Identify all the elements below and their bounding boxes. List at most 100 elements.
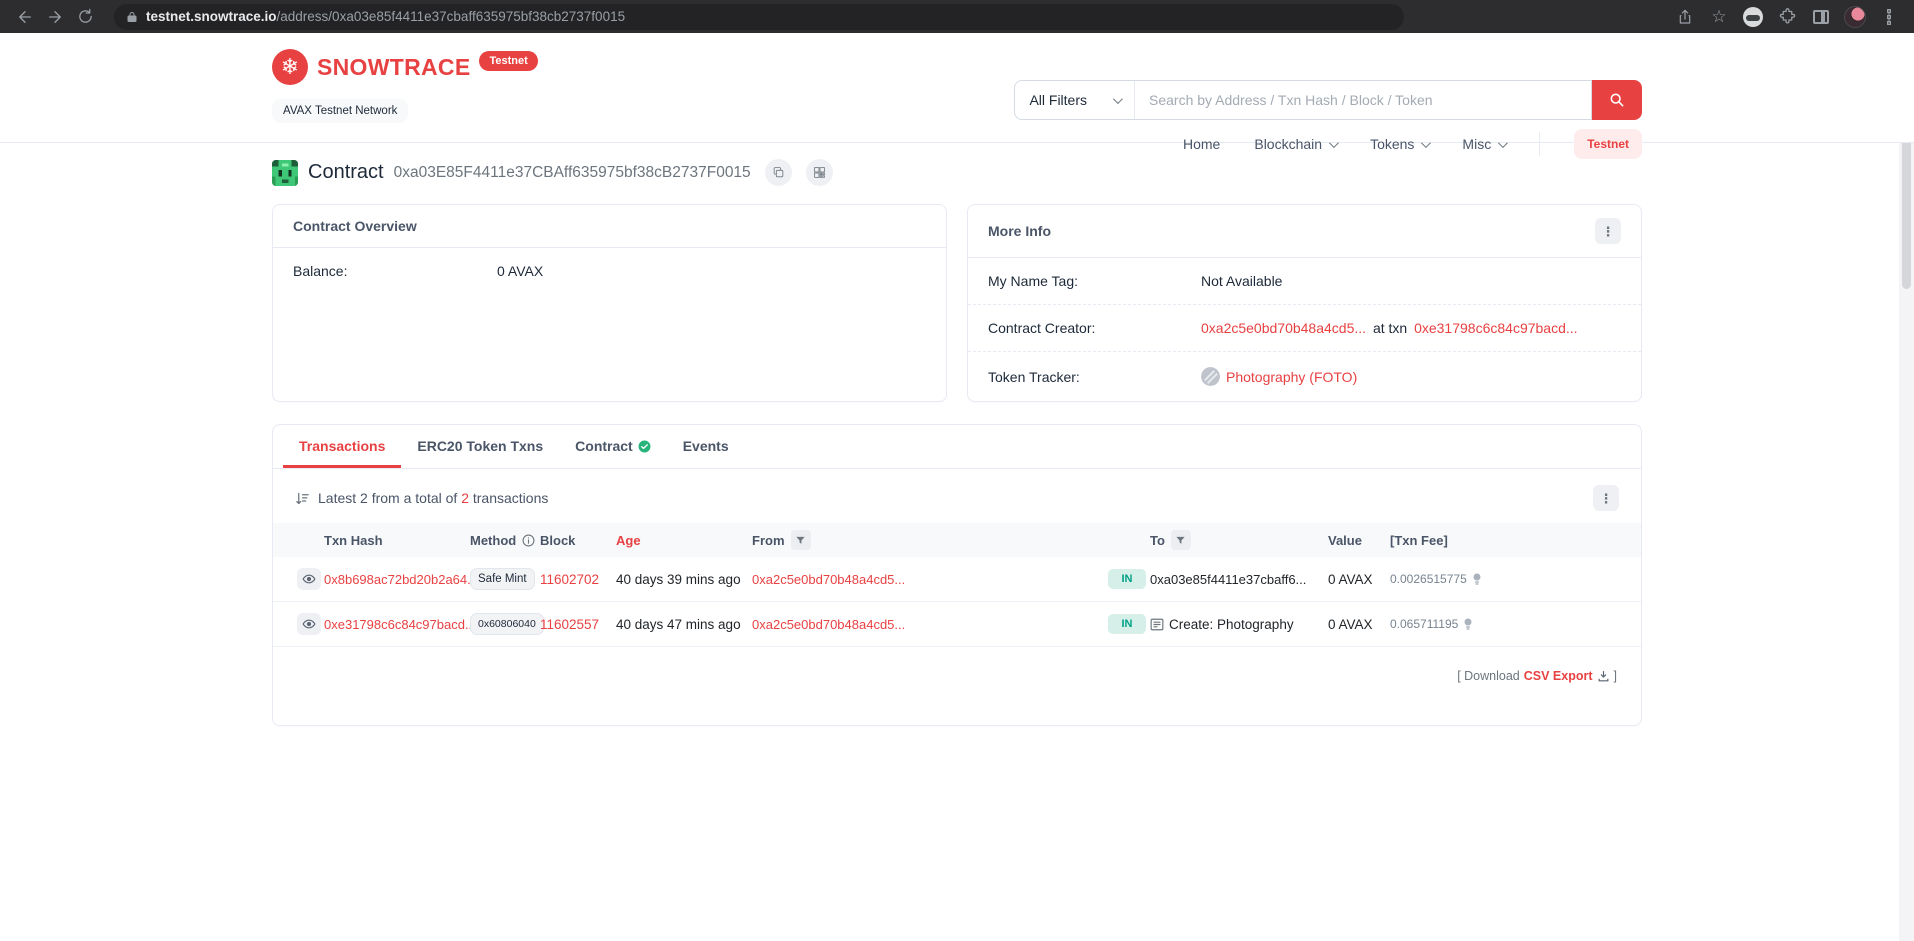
txn-hash-link[interactable]: 0x8b698ac72bd20b2a64... bbox=[324, 572, 478, 587]
copy-address-button[interactable] bbox=[764, 159, 792, 186]
filter-funnel-icon bbox=[1176, 536, 1186, 544]
transactions-menu-button[interactable]: ⋮ bbox=[1593, 485, 1619, 511]
reload-icon[interactable] bbox=[70, 5, 100, 29]
brand-name: SNOWTRACE bbox=[317, 54, 471, 80]
txn-fee: 0.0026515775 bbox=[1390, 572, 1467, 586]
overview-card-title: Contract Overview bbox=[293, 218, 417, 234]
browser-menu-icon[interactable] bbox=[1874, 5, 1904, 29]
gas-bulb-icon[interactable] bbox=[1462, 617, 1474, 631]
contract-address: 0xa03E85F4411e37CBAff635975bf38cB2737F00… bbox=[393, 163, 751, 181]
age-cell: 40 days 39 mins ago bbox=[616, 571, 741, 587]
search-button[interactable] bbox=[1592, 80, 1642, 120]
verified-check-icon bbox=[638, 440, 651, 452]
info-icon[interactable] bbox=[522, 534, 535, 547]
eye-icon bbox=[302, 619, 316, 629]
more-info-card: More Info ⋮ My Name Tag: Not Available C… bbox=[967, 204, 1642, 402]
txn-hash-link[interactable]: 0xe31798c6c84c97bacd... bbox=[324, 617, 476, 632]
csv-prefix: [ Download bbox=[1457, 669, 1520, 683]
forward-icon[interactable] bbox=[40, 5, 70, 29]
creator-txn-link[interactable]: 0xe31798c6c84c97bacd... bbox=[1414, 320, 1577, 336]
address-blockie-avatar bbox=[272, 159, 298, 186]
lock-icon bbox=[127, 11, 137, 22]
qr-code-button[interactable] bbox=[805, 159, 833, 186]
token-logo-icon bbox=[1201, 367, 1220, 386]
url-text: testnet.snowtrace.io/address/0xa03e85f44… bbox=[146, 9, 626, 24]
adblock-extension-icon[interactable] bbox=[1738, 5, 1768, 29]
download-icon bbox=[1598, 670, 1608, 681]
to-contract-name: Create: Photography bbox=[1169, 616, 1294, 632]
snowflake-icon: ❄ bbox=[272, 49, 308, 85]
tx-preview-button[interactable] bbox=[297, 613, 321, 635]
tab-erc20-token-txns[interactable]: ERC20 Token Txns bbox=[401, 425, 559, 468]
address-bar[interactable]: testnet.snowtrace.io/address/0xa03e85f44… bbox=[114, 3, 1404, 30]
method-badge: Safe Mint bbox=[470, 568, 535, 590]
tab-transactions[interactable]: Transactions bbox=[283, 425, 402, 468]
eye-icon bbox=[302, 574, 316, 584]
page-title-row: Contract 0xa03E85F4411e37CBAff635975bf38… bbox=[272, 159, 1642, 186]
csv-export-link[interactable]: CSV Export bbox=[1524, 669, 1593, 683]
block-link[interactable]: 11602557 bbox=[540, 617, 599, 632]
contract-creator-label: Contract Creator: bbox=[988, 320, 1096, 336]
name-tag-value: Not Available bbox=[1201, 273, 1283, 289]
token-tracker-label: Token Tracker: bbox=[988, 368, 1080, 385]
creator-address-link[interactable]: 0xa2c5e0bd70b48a4cd5... bbox=[1201, 320, 1366, 336]
to-address: 0xa03e85f4411e37cbaff6... bbox=[1150, 571, 1307, 587]
tx-row: 0xe31798c6c84c97bacd... 0x60806040 11602… bbox=[273, 602, 1641, 647]
chevron-down-icon bbox=[1112, 93, 1123, 104]
col-block: Block bbox=[540, 532, 576, 548]
from-filter-button[interactable] bbox=[790, 530, 811, 550]
browser-chrome: testnet.snowtrace.io/address/0xa03e85f44… bbox=[0, 0, 1914, 33]
gas-bulb-icon[interactable] bbox=[1471, 572, 1483, 586]
copy-icon bbox=[773, 167, 783, 178]
tx-row: 0x8b698ac72bd20b2a64... Safe Mint 116027… bbox=[273, 557, 1641, 602]
col-to: To bbox=[1150, 530, 1328, 550]
qr-code-icon bbox=[813, 167, 825, 178]
csv-suffix: ] bbox=[1613, 669, 1617, 683]
tab-events[interactable]: Events bbox=[667, 425, 745, 468]
col-value: Value bbox=[1328, 532, 1362, 548]
search-bar: All Filters bbox=[1014, 80, 1642, 120]
contract-overview-card: Contract Overview Balance: 0 AVAX bbox=[272, 204, 947, 402]
page-scrollbar[interactable] bbox=[1899, 33, 1914, 941]
creator-at-txn-text: at txn bbox=[1372, 320, 1408, 336]
filter-funnel-icon bbox=[796, 536, 805, 544]
col-method: Method bbox=[470, 533, 540, 548]
tx-table-header: Txn Hash Method Block Age From To Value bbox=[273, 523, 1641, 557]
direction-badge: IN bbox=[1108, 614, 1146, 634]
txn-fee: 0.065711195 bbox=[1390, 617, 1459, 631]
from-address-link[interactable]: 0xa2c5e0bd70b48a4cd5... bbox=[752, 572, 905, 587]
search-filter-select[interactable]: All Filters bbox=[1014, 80, 1134, 120]
more-info-menu-button[interactable]: ⋮ bbox=[1595, 218, 1621, 244]
name-tag-label: My Name Tag: bbox=[988, 273, 1078, 289]
page-title: Contract bbox=[308, 161, 384, 183]
extensions-puzzle-icon[interactable] bbox=[1772, 5, 1802, 29]
more-info-card-title: More Info bbox=[988, 223, 1051, 239]
token-tracker-link[interactable]: Photography (FOTO) bbox=[1226, 369, 1357, 385]
col-txn-fee: [Txn Fee] bbox=[1390, 532, 1448, 548]
snowtrace-logo[interactable]: ❄ SNOWTRACE Testnet bbox=[272, 49, 538, 85]
col-txn-hash: Txn Hash bbox=[324, 532, 383, 548]
to-filter-button[interactable] bbox=[1170, 530, 1191, 550]
network-label: AVAX Testnet Network bbox=[272, 99, 409, 123]
direction-badge: IN bbox=[1108, 569, 1146, 589]
search-input[interactable] bbox=[1134, 80, 1592, 120]
tx-preview-button[interactable] bbox=[297, 568, 321, 590]
share-icon[interactable] bbox=[1670, 5, 1700, 29]
block-link[interactable]: 11602702 bbox=[540, 572, 599, 587]
from-address-link[interactable]: 0xa2c5e0bd70b48a4cd5... bbox=[752, 617, 905, 632]
side-panel-icon[interactable] bbox=[1806, 5, 1836, 29]
bookmark-star-icon[interactable]: ☆ bbox=[1704, 5, 1734, 29]
balance-label: Balance: bbox=[293, 263, 348, 279]
value-cell: 0 AVAX bbox=[1328, 571, 1373, 587]
col-from: From bbox=[752, 530, 1108, 550]
tx-summary-suffix: transactions bbox=[472, 490, 549, 506]
back-icon[interactable] bbox=[10, 5, 40, 29]
profile-avatar[interactable] bbox=[1840, 5, 1870, 29]
age-cell: 40 days 47 mins ago bbox=[616, 616, 741, 632]
method-badge: 0x60806040 bbox=[470, 613, 544, 635]
sort-icon bbox=[296, 492, 309, 504]
tab-contract[interactable]: Contract bbox=[559, 425, 667, 468]
col-age-toggle[interactable]: Age bbox=[616, 533, 752, 548]
site-header: ❄ SNOWTRACE Testnet AVAX Testnet Network… bbox=[0, 33, 1914, 159]
balance-value: 0 AVAX bbox=[497, 263, 544, 279]
